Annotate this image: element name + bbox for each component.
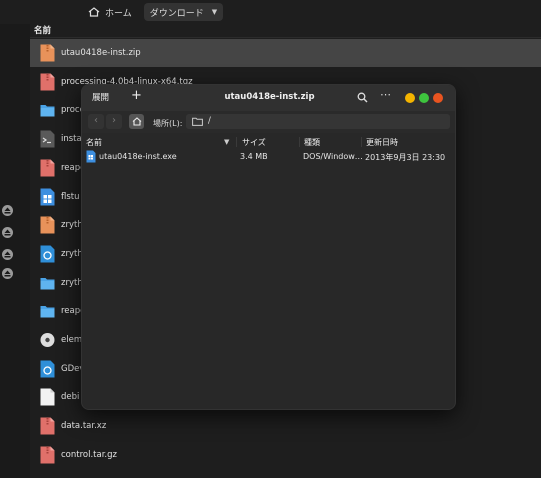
archive-red-icon <box>40 159 55 177</box>
forward-button[interactable]: › <box>106 114 122 129</box>
breadcrumb: ホーム ダウンロード ▼ <box>82 3 224 21</box>
search-icon[interactable] <box>357 92 368 103</box>
package-icon <box>40 245 55 263</box>
column-divider <box>361 137 362 147</box>
folder-icon <box>40 101 55 119</box>
archive-red-icon <box>40 417 55 435</box>
folder-icon <box>40 302 55 320</box>
location-path: / <box>208 116 211 126</box>
folder-icon <box>192 117 203 126</box>
list-item[interactable]: utau0418e-inst.zip <box>30 39 541 67</box>
file-name: control.tar.gz <box>61 449 117 460</box>
eject-icon[interactable] <box>2 227 13 238</box>
location-toolbar: ‹ › 場所(L): / <box>82 111 455 133</box>
list-item[interactable]: data.tar.xz <box>30 412 541 440</box>
column-type[interactable]: 種類 <box>304 137 320 148</box>
home-icon <box>132 117 141 126</box>
home-icon <box>88 7 100 17</box>
row-size: 3.4 MB <box>240 152 268 161</box>
archive-orange-icon <box>40 44 55 62</box>
column-divider <box>299 137 300 147</box>
file-name: utau0418e-inst.zip <box>61 48 141 58</box>
breadcrumb-home[interactable]: ホーム <box>82 3 138 21</box>
file-name: data.tar.xz <box>61 421 107 432</box>
window-title: utau0418e-inst.zip <box>224 92 315 102</box>
archive-window: 展開 + utau0418e-inst.zip ⋯ ‹ › 場所(L): / 名… <box>81 84 456 410</box>
files-header-bar: ホーム ダウンロード ▼ <box>0 0 541 24</box>
breadcrumb-home-label: ホーム <box>105 8 132 19</box>
eject-icon[interactable] <box>2 205 13 216</box>
file-name: zryth <box>61 220 83 231</box>
column-modified[interactable]: 更新日時 <box>366 137 398 148</box>
column-size[interactable]: サイズ <box>242 137 266 148</box>
archive-orange-icon <box>40 216 55 234</box>
eject-icon[interactable] <box>2 249 13 260</box>
archive-red-icon <box>40 446 55 464</box>
home-button[interactable] <box>129 114 144 129</box>
chevron-down-icon: ▼ <box>211 8 218 16</box>
list-item[interactable]: control.tar.gz <box>30 441 541 469</box>
column-header-name[interactable]: 名前 <box>30 24 541 38</box>
eject-icon[interactable] <box>2 268 13 279</box>
minimize-button[interactable] <box>405 93 415 103</box>
location-field[interactable]: / <box>186 114 450 129</box>
table-row[interactable]: utau0418e-inst.exe 3.4 MB DOS/Window… 20… <box>82 149 455 165</box>
table-header: 名前 ▼ サイズ 種類 更新日時 <box>82 135 455 149</box>
windows-exe-icon <box>86 150 96 163</box>
breadcrumb-downloads-label: ダウンロード <box>149 8 204 19</box>
file-name: insta <box>61 134 82 145</box>
archive-red-icon <box>40 73 55 91</box>
sort-down-icon: ▼ <box>224 138 230 146</box>
maximize-button[interactable] <box>419 93 429 103</box>
location-label: 場所(L): <box>153 119 183 128</box>
file-name: flstu <box>61 191 80 202</box>
disc-icon <box>40 331 55 349</box>
window-titlebar: 展開 + utau0418e-inst.zip ⋯ <box>82 85 455 111</box>
file-name: zryth <box>61 277 83 288</box>
row-modified: 2013年9月3日 23:30 <box>365 153 446 162</box>
file-name: zryth <box>61 248 83 259</box>
row-type: DOS/Window… <box>303 152 363 161</box>
back-button[interactable]: ‹ <box>88 114 104 129</box>
document-icon <box>40 388 55 406</box>
file-name: debi <box>61 392 80 403</box>
close-button[interactable] <box>433 93 443 103</box>
column-divider <box>236 137 237 147</box>
folder-icon <box>40 274 55 292</box>
menu-button[interactable]: ⋯ <box>380 88 391 101</box>
column-name[interactable]: 名前 <box>86 137 102 148</box>
sidebar-rail <box>0 24 30 478</box>
package-icon <box>40 360 55 378</box>
breadcrumb-downloads[interactable]: ダウンロード ▼ <box>143 3 224 21</box>
script-icon <box>40 130 55 148</box>
row-name: utau0418e-inst.exe <box>99 152 177 161</box>
windows-exe-icon <box>40 188 55 206</box>
